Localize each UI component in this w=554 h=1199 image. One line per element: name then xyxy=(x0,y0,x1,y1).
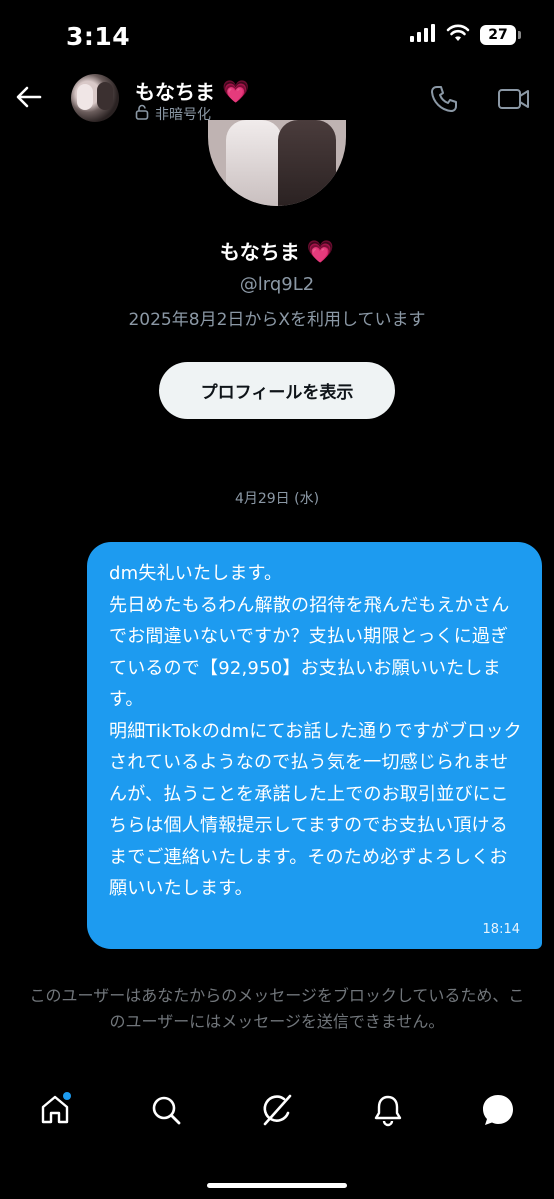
encryption-label: 非暗号化 xyxy=(155,107,211,123)
messages-icon[interactable] xyxy=(478,1090,518,1130)
unlock-icon xyxy=(135,104,149,124)
notifications-icon[interactable] xyxy=(368,1090,408,1130)
message-bubble[interactable]: dm失礼いたします。 先日めたもるわん解散の招待を飛んだもえかさんでお間違いない… xyxy=(87,542,542,949)
header-name-text: もなちま xyxy=(135,80,215,104)
profile-handle: @lrq9L2 xyxy=(239,274,315,295)
heart-emoji: 💗 xyxy=(221,80,250,105)
notification-dot xyxy=(63,1092,71,1100)
profile-name: もなちま 💗 xyxy=(0,236,554,265)
status-time: 3:14 xyxy=(66,22,131,51)
phone-icon[interactable] xyxy=(429,84,459,114)
grok-icon[interactable] xyxy=(257,1090,297,1130)
date-separator: 4月29日 (水) xyxy=(234,491,320,507)
home-indicator xyxy=(207,1183,347,1188)
message-text: dm失礼いたします。 先日めたもるわん解散の招待を飛んだもえかさんでお間違いない… xyxy=(109,563,522,899)
signal-icon xyxy=(410,24,436,46)
profile-joined-date: 2025年8月2日からXを利用しています xyxy=(128,310,426,330)
profile-name-text: もなちま xyxy=(219,240,300,264)
heart-emoji: 💗 xyxy=(306,240,335,265)
profile-avatar[interactable] xyxy=(208,120,346,206)
dm-screen: 3:14 27 もなちま 💗 非暗号化 もなちま 💗 @lrq9L2 2025年… xyxy=(0,0,554,1199)
battery-icon: 27 xyxy=(480,25,521,45)
avatar[interactable] xyxy=(71,74,119,122)
home-icon[interactable] xyxy=(35,1090,75,1130)
header-name[interactable]: もなちま 💗 xyxy=(135,76,249,105)
search-icon[interactable] xyxy=(146,1090,186,1130)
blocked-notice: このユーザーはあなたからのメッセージをブロックしているため、このユーザーにはメッ… xyxy=(29,986,525,1031)
status-icons: 27 xyxy=(410,24,521,46)
video-call-icon[interactable] xyxy=(497,84,531,114)
view-profile-button[interactable]: プロフィールを表示 xyxy=(159,362,395,419)
encryption-status: 非暗号化 xyxy=(135,104,211,124)
bottom-nav xyxy=(0,1080,554,1150)
message-time: 18:14 xyxy=(482,922,520,937)
wifi-icon xyxy=(446,24,470,46)
back-arrow-icon[interactable] xyxy=(14,82,44,112)
status-bar: 3:14 27 xyxy=(0,0,554,72)
